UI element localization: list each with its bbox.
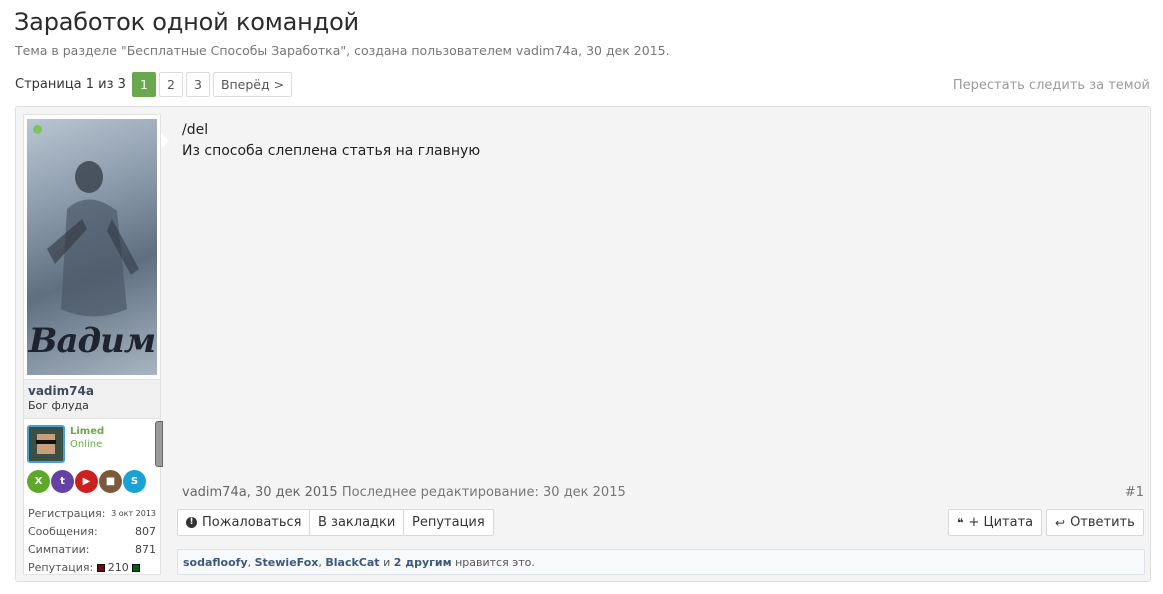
report-button[interactable]: ! Пожаловаться [177,509,311,536]
others-link[interactable]: 2 другим [394,556,452,569]
liker-link[interactable]: sodafloofy [183,556,248,569]
avatar[interactable]: Вадим [27,119,157,375]
post-container: Вадим vadim74a Бог флуда Limed Online X … [15,106,1151,582]
user-group-name: Limed [70,426,105,437]
speech-arrow [161,133,169,149]
page-1-button[interactable]: 1 [131,72,156,97]
username-link[interactable]: vadim74a [28,384,156,398]
liker-link[interactable]: BlackCat [325,556,379,569]
page-3-button[interactable]: 3 [185,72,210,97]
liker-link[interactable]: StewieFox [255,556,319,569]
minecraft-icon[interactable]: ■ [99,470,122,493]
skype-icon[interactable]: S [123,470,146,493]
next-page-button[interactable]: Вперёд > [212,72,293,97]
reply-button[interactable]: ↩ Ответить [1046,509,1144,536]
user-title: Бог флуда [28,399,89,412]
post-author-date[interactable]: vadim74a, 30 дек 2015 [182,485,338,500]
stat-likes: Симпатии: 871 [28,542,156,556]
social-links: X t ▶ ■ S [27,470,147,493]
page-2-button[interactable]: 2 [158,72,183,97]
likes-summary: sodafloofy, StewieFox, BlackCat и 2 друг… [177,549,1145,575]
username-block: vadim74a Бог флуда [24,379,160,419]
thread-subtitle: Тема в разделе "Бесплатные Способы Зараб… [15,43,670,58]
reply-arrow-icon: ↩ [1055,515,1066,530]
post-line: /del [182,122,209,138]
pagination: Страница 1 из 3 1 2 3 Вперёд > [15,72,293,97]
quote-button[interactable]: ❝ + Цитата [948,509,1043,536]
user-stats: Регистрация: 3 окт 2013 Сообщения: 807 С… [28,504,156,576]
post-line: Из способа слеплена статья на главную [182,143,481,159]
stat-messages: Сообщения: 807 [28,524,156,538]
rep-up-icon[interactable] [131,563,140,572]
twitch-icon[interactable]: t [51,470,74,493]
alert-icon: ! [186,517,197,528]
post-message: /del Из способа слеплена статья на главн… [182,120,480,162]
avatar-text: Вадим [28,321,156,361]
post-number[interactable]: #1 [1125,485,1144,500]
quote-icon: ❝ [957,515,964,530]
post-edited: Последнее редактирование: 30 дек 2015 [341,485,626,500]
thread-title: Заработок одной командой [14,8,359,36]
bookmark-button[interactable]: В закладки [309,509,405,536]
user-group-icon [27,425,65,463]
xbox-icon[interactable]: X [27,470,50,493]
youtube-icon[interactable]: ▶ [75,470,98,493]
pagination-label: Страница 1 из 3 [15,77,126,92]
stat-registration: Регистрация: 3 окт 2013 [28,506,156,520]
user-online-status: Online [70,439,103,450]
panel-handle[interactable] [155,421,163,467]
unwatch-thread-link[interactable]: Перестать следить за темой [953,78,1150,93]
rep-down-icon[interactable] [96,563,105,572]
reputation-button[interactable]: Репутация [403,509,494,536]
stat-reputation: Репутация: 210 [28,558,156,576]
user-info-panel: Вадим vadim74a Бог флуда Limed Online X … [23,114,169,576]
post-meta: vadim74a, 30 дек 2015 Последнее редактир… [182,485,626,500]
